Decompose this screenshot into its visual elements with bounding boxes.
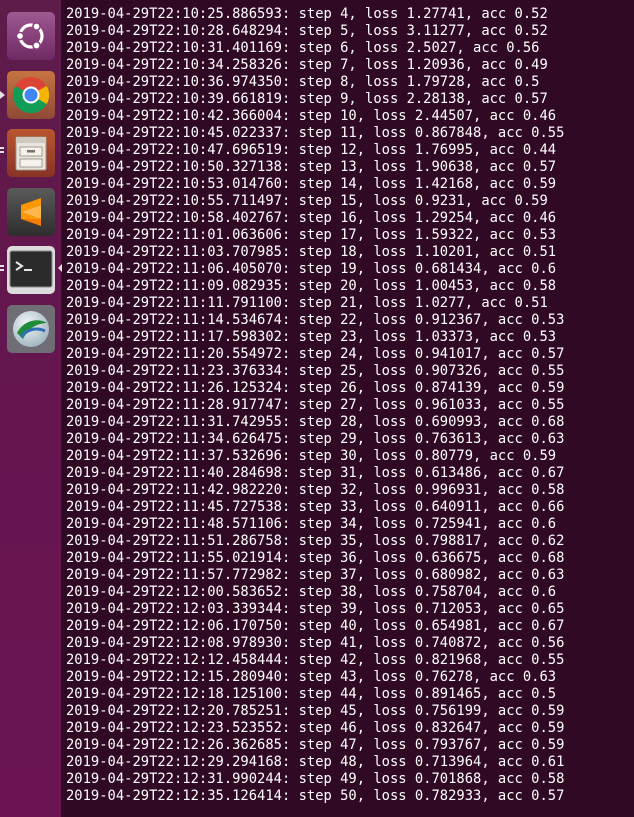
terminal-line: 2019-04-29T22:12:15.280940: step 43, los… (66, 669, 557, 685)
terminal-line: 2019-04-29T22:11:03.707985: step 18, los… (66, 244, 557, 260)
running-indicator (0, 147, 4, 149)
terminal-line: 2019-04-29T22:11:14.534674: step 22, los… (66, 312, 565, 328)
terminal-line: 2019-04-29T22:10:42.366004: step 10, los… (66, 108, 557, 124)
terminal-line: 2019-04-29T22:11:48.571106: step 34, los… (66, 516, 557, 532)
launcher-item-terminal[interactable] (7, 246, 55, 294)
anyconnect-icon (7, 305, 55, 353)
running-indicator (0, 269, 4, 271)
terminal-line: 2019-04-29T22:12:29.294168: step 48, los… (66, 754, 565, 770)
terminal-line: 2019-04-29T22:11:20.554972: step 24, los… (66, 346, 565, 362)
terminal-line: 2019-04-29T22:11:42.982220: step 32, los… (66, 482, 565, 498)
terminal-line: 2019-04-29T22:12:08.978930: step 41, los… (66, 635, 565, 651)
terminal-line: 2019-04-29T22:12:35.126414: step 50, los… (66, 788, 565, 804)
terminal-line: 2019-04-29T22:10:28.648294: step 5, loss… (66, 23, 548, 39)
terminal-icon (7, 246, 55, 294)
terminal-line: 2019-04-29T22:11:51.286758: step 35, los… (66, 533, 565, 549)
terminal-line: 2019-04-29T22:11:17.598302: step 23, los… (66, 329, 557, 345)
terminal-line: 2019-04-29T22:12:18.125100: step 44, los… (66, 686, 557, 702)
terminal-output: 2019-04-29T22:10:25.886593: step 4, loss… (66, 6, 564, 805)
terminal-line: 2019-04-29T22:11:57.772982: step 37, los… (66, 567, 565, 583)
terminal-line: 2019-04-29T22:11:09.082935: step 20, los… (66, 278, 557, 294)
terminal-line: 2019-04-29T22:11:11.791100: step 21, los… (66, 295, 548, 311)
terminal-line: 2019-04-29T22:12:06.170750: step 40, los… (66, 618, 565, 634)
terminal-line: 2019-04-29T22:11:26.125324: step 26, los… (66, 380, 565, 396)
terminal-line: 2019-04-29T22:10:36.974350: step 8, loss… (66, 74, 540, 90)
terminal-line: 2019-04-29T22:12:23.523552: step 46, los… (66, 720, 565, 736)
running-indicator (0, 91, 5, 99)
terminal-line: 2019-04-29T22:11:34.626475: step 29, los… (66, 431, 565, 447)
terminal-line: 2019-04-29T22:10:58.402767: step 16, los… (66, 210, 557, 226)
terminal-line: 2019-04-29T22:11:06.405070: step 19, los… (66, 261, 557, 277)
terminal-line: 2019-04-29T22:10:25.886593: step 4, loss… (66, 6, 548, 22)
terminal-line: 2019-04-29T22:12:12.458444: step 42, los… (66, 652, 565, 668)
ubuntu-dash-icon (7, 12, 55, 60)
terminal-line: 2019-04-29T22:10:47.696519: step 12, los… (66, 142, 557, 158)
desktop: 2019-04-29T22:10:25.886593: step 4, loss… (0, 0, 634, 817)
unity-launcher (0, 0, 62, 817)
terminal-line: 2019-04-29T22:12:00.583652: step 38, los… (66, 584, 557, 600)
launcher-item-sublime-text[interactable] (7, 188, 55, 236)
terminal-line: 2019-04-29T22:11:40.284698: step 31, los… (66, 465, 565, 481)
terminal-line: 2019-04-29T22:10:39.661819: step 9, loss… (66, 91, 548, 107)
terminal-line: 2019-04-29T22:11:45.727538: step 33, los… (66, 499, 565, 515)
sublime-text-icon (7, 188, 55, 236)
terminal-line: 2019-04-29T22:12:03.339344: step 39, los… (66, 601, 565, 617)
terminal-line: 2019-04-29T22:10:31.401169: step 6, loss… (66, 40, 540, 56)
terminal-line: 2019-04-29T22:12:26.362685: step 47, los… (66, 737, 565, 753)
launcher-item-anyconnect[interactable] (7, 305, 55, 353)
launcher-item-files[interactable] (7, 129, 55, 177)
terminal-line: 2019-04-29T22:11:31.742955: step 28, los… (66, 414, 565, 430)
terminal-line: 2019-04-29T22:11:23.376334: step 25, los… (66, 363, 565, 379)
files-icon (7, 129, 55, 177)
terminal-line: 2019-04-29T22:10:45.022337: step 11, los… (66, 125, 565, 141)
running-indicator (0, 265, 4, 267)
terminal-line: 2019-04-29T22:10:50.327138: step 13, los… (66, 159, 557, 175)
terminal-line: 2019-04-29T22:10:34.258326: step 7, loss… (66, 57, 548, 73)
terminal-line: 2019-04-29T22:11:37.532696: step 30, los… (66, 448, 557, 464)
terminal-line: 2019-04-29T22:11:01.063606: step 17, los… (66, 227, 557, 243)
terminal-line: 2019-04-29T22:11:55.021914: step 36, los… (66, 550, 565, 566)
terminal-window[interactable]: 2019-04-29T22:10:25.886593: step 4, loss… (62, 0, 634, 817)
chrome-icon (7, 71, 55, 119)
terminal-line: 2019-04-29T22:10:53.014760: step 14, los… (66, 176, 557, 192)
terminal-line: 2019-04-29T22:11:28.917747: step 27, los… (66, 397, 565, 413)
launcher-item-chrome[interactable] (7, 71, 55, 119)
running-indicator (0, 151, 4, 153)
terminal-line: 2019-04-29T22:12:31.990244: step 49, los… (66, 771, 565, 787)
terminal-line: 2019-04-29T22:10:55.711497: step 15, los… (66, 193, 548, 209)
launcher-item-dash[interactable] (7, 12, 55, 60)
terminal-line: 2019-04-29T22:12:20.785251: step 45, los… (66, 703, 565, 719)
